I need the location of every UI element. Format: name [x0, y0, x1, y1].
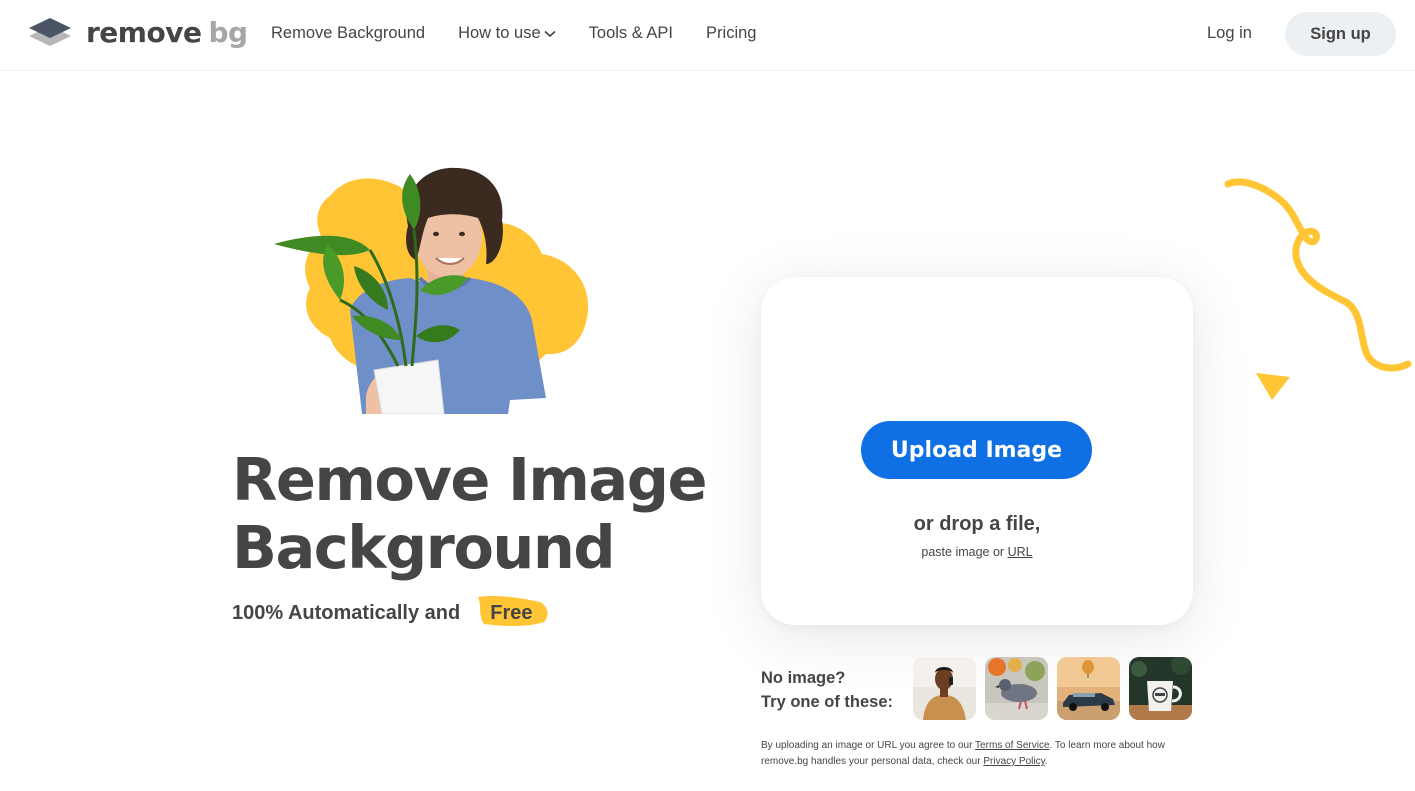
logo-word-remove: remove — [86, 16, 202, 49]
nav-label: How to use — [458, 24, 541, 42]
upload-image-button[interactable]: Upload Image — [861, 421, 1092, 479]
sample-prompt: No image? Try one of these: — [761, 666, 893, 714]
sample-person-thumbnail[interactable] — [913, 657, 976, 720]
hero-person-with-plant-image — [274, 167, 589, 414]
sample-prompt-line2: Try one of these: — [761, 693, 894, 711]
sample-prompt-line1: No image? — [761, 669, 846, 687]
terms-of-service-link[interactable]: Terms of Service — [975, 740, 1049, 751]
free-text: Free — [490, 602, 533, 624]
legal-prefix: By uploading an image or URL you agree t… — [761, 740, 973, 751]
signup-button[interactable]: Sign up — [1285, 12, 1396, 56]
nav-tools-api[interactable]: Tools & API — [589, 24, 673, 43]
title-line-2: Background — [232, 513, 616, 582]
sample-pigeon-thumbnail[interactable] — [985, 657, 1048, 720]
free-highlight: Free — [474, 595, 548, 629]
page-subtitle: 100% Automatically and Free — [232, 595, 548, 629]
nav-label: Tools & API — [588, 24, 674, 42]
upload-dropzone[interactable]: Upload Image or drop a file, paste image… — [761, 277, 1193, 625]
sample-thumbnails — [913, 657, 1201, 720]
top-navbar: remove bg Remove Background How to use To… — [0, 0, 1415, 71]
decorative-squiggle — [1224, 178, 1412, 372]
logo-layers-icon — [29, 18, 71, 46]
main-nav: Remove Background How to use Tools & API… — [271, 24, 789, 43]
logo-wordmark: remove bg — [86, 19, 248, 47]
nav-remove-background[interactable]: Remove Background — [271, 24, 425, 43]
logo-word-bg: bg — [208, 16, 248, 49]
sample-car-thumbnail[interactable] — [1057, 657, 1120, 720]
login-link[interactable]: Log in — [1207, 24, 1252, 43]
title-line-1: Remove Image — [232, 445, 707, 514]
legal-notice: By uploading an image or URL you agree t… — [761, 738, 1201, 770]
subtitle-text: 100% Automatically and — [232, 602, 461, 624]
sample-mug-thumbnail[interactable] — [1129, 657, 1192, 720]
privacy-policy-link[interactable]: Privacy Policy — [983, 756, 1045, 767]
nav-label: Remove Background — [271, 24, 426, 42]
nav-label: Pricing — [706, 24, 757, 42]
drop-file-text: or drop a file, — [913, 513, 1041, 535]
legal-suffix: . — [1044, 756, 1048, 767]
url-link[interactable]: URL — [1008, 545, 1033, 559]
page-title: Remove Image Background — [232, 446, 732, 582]
paste-text: paste image or — [921, 545, 1005, 559]
paste-hint: paste image or URL — [761, 545, 1193, 559]
decorative-triangle — [1256, 373, 1290, 400]
logo[interactable]: remove bg — [28, 16, 248, 50]
nav-pricing[interactable]: Pricing — [706, 24, 756, 43]
chevron-down-icon — [544, 30, 556, 37]
nav-how-to-use[interactable]: How to use — [458, 24, 556, 43]
